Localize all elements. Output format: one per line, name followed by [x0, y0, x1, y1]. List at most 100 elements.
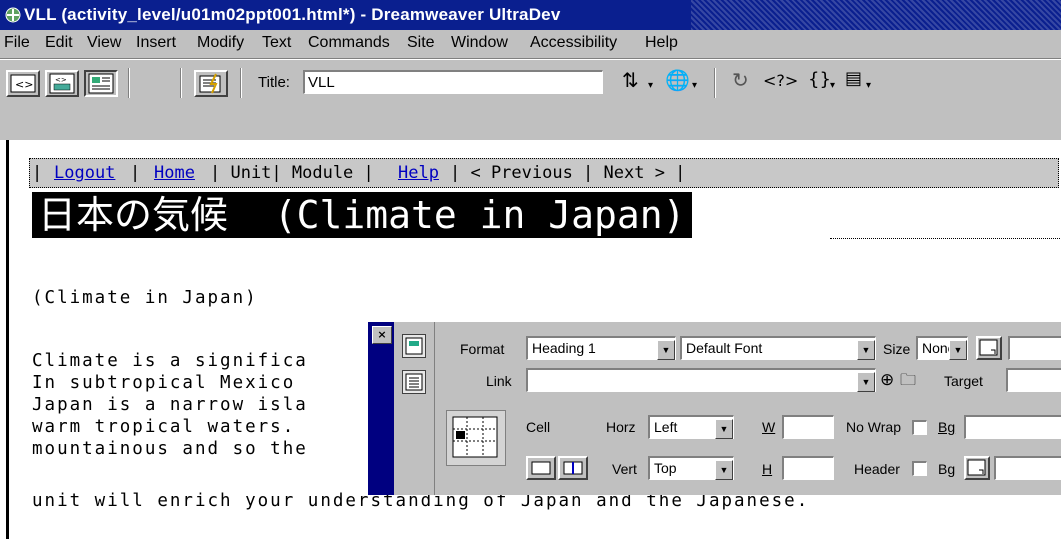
point-to-file-icon[interactable]: ⊕: [880, 370, 894, 390]
horz-select[interactable]: Left ▼: [648, 415, 734, 439]
link-label: Link: [486, 373, 512, 389]
table-cell-icon: [446, 410, 506, 466]
toolbar: <> <> Title: VLL ⇅ ▾ 🌐 ▾ ↻ <?> {} ▾ ▤ ▾: [0, 59, 1061, 141]
font-value: Default Font: [686, 340, 763, 356]
live-data-icon: [199, 73, 221, 94]
menu-insert[interactable]: Insert: [136, 34, 176, 52]
text-color-input[interactable]: [1008, 336, 1061, 360]
size-label: Size: [883, 341, 911, 357]
toolbar-separator: [180, 68, 182, 98]
code-view-button[interactable]: <>: [6, 70, 40, 97]
menu-help[interactable]: Help: [645, 34, 678, 52]
horz-label: Horz: [606, 419, 636, 435]
view-options-icon[interactable]: ▤: [845, 68, 862, 89]
code-navigation-icon[interactable]: {}: [808, 69, 831, 90]
code-view-icon: <>: [10, 74, 36, 93]
inspector-tabs: [394, 322, 435, 495]
font-select[interactable]: Default Font ▼: [680, 336, 876, 360]
bg-image-input[interactable]: [964, 415, 1061, 439]
no-wrap-checkbox[interactable]: [912, 420, 927, 435]
chevron-down-icon[interactable]: ▼: [715, 419, 733, 439]
chevron-down-icon[interactable]: ▼: [715, 460, 733, 480]
refresh-icon[interactable]: ↻: [732, 68, 749, 92]
chevron-down-icon[interactable]: ▼: [949, 340, 967, 360]
paragraph-line[interactable]: In subtropical Mexico: [32, 372, 295, 394]
paragraph-line[interactable]: Japan is a narrow isla: [32, 394, 308, 416]
split-cell-icon: [563, 461, 583, 475]
nav-separator: |: [32, 163, 43, 183]
target-select[interactable]: [1006, 368, 1061, 392]
split-view-button[interactable]: <>: [45, 70, 79, 97]
design-view-icon: [88, 73, 114, 94]
vert-select[interactable]: Top ▼: [648, 456, 734, 480]
dreamweaver-app-icon[interactable]: [4, 6, 22, 24]
property-inspector: × Format Heading 1 ▼ Default Font ▼ Size…: [366, 320, 1061, 495]
width-label: W: [762, 419, 776, 435]
title-label: Title:: [258, 74, 290, 91]
menu-view[interactable]: View: [87, 34, 121, 52]
height-input[interactable]: [782, 456, 834, 480]
subtitle-text[interactable]: (Climate in Japan): [32, 287, 258, 309]
svg-text:<>: <>: [15, 78, 33, 91]
page-title-input[interactable]: VLL: [303, 70, 603, 94]
menu-commands[interactable]: Commands: [308, 34, 390, 52]
chevron-down-icon[interactable]: ▼: [657, 340, 675, 360]
menu-site[interactable]: Site: [407, 34, 435, 52]
menu-bar: File Edit View Insert Modify Text Comman…: [0, 30, 1061, 59]
split-view-icon: <>: [49, 73, 75, 94]
help-link[interactable]: Help: [398, 163, 439, 183]
view-options-dropdown-icon[interactable]: ▾: [866, 80, 871, 91]
format-select[interactable]: Heading 1 ▼: [526, 336, 676, 360]
preview-dropdown-icon[interactable]: ▾: [692, 80, 697, 91]
paragraph-line[interactable]: mountainous and so the: [32, 438, 308, 460]
text-color-button[interactable]: [976, 336, 1002, 360]
reference-icon[interactable]: <?>: [763, 71, 798, 90]
page-heading[interactable]: 日本の気候 (Climate in Japan): [32, 192, 692, 238]
link-input[interactable]: ▼: [526, 368, 876, 392]
size-select[interactable]: None ▼: [916, 336, 968, 360]
header-checkbox[interactable]: [912, 461, 927, 476]
merge-cells-icon: [531, 461, 551, 475]
design-view-button[interactable]: [84, 70, 118, 97]
menu-modify[interactable]: Modify: [197, 34, 244, 52]
menu-edit[interactable]: Edit: [45, 34, 73, 52]
width-input[interactable]: [782, 415, 834, 439]
menu-text[interactable]: Text: [262, 34, 291, 52]
close-icon[interactable]: ×: [372, 326, 392, 344]
title-bar[interactable]: VLL (activity_level/u01m02ppt001.html*) …: [0, 0, 1061, 30]
merge-cells-button[interactable]: [526, 456, 556, 480]
folder-icon[interactable]: 🗀: [900, 369, 916, 396]
document-left-border: [6, 140, 9, 539]
no-wrap-label: No Wrap: [846, 419, 901, 435]
format-label: Format: [460, 341, 505, 357]
home-link[interactable]: Home: [154, 163, 195, 183]
vert-label: Vert: [612, 461, 637, 477]
menu-window[interactable]: Window: [451, 34, 508, 52]
window-title: VLL (activity_level/u01m02ppt001.html*) …: [24, 5, 561, 24]
logout-link[interactable]: Logout: [54, 163, 115, 183]
paragraph-line[interactable]: Climate is a significa: [32, 350, 308, 372]
chevron-down-icon[interactable]: ▼: [857, 372, 875, 392]
unit-module-text: | Unit| Module |: [210, 163, 374, 183]
split-cell-button[interactable]: [558, 456, 588, 480]
paragraph-line[interactable]: warm tropical waters.: [32, 416, 295, 438]
code-navigation-dropdown-icon[interactable]: ▾: [830, 80, 835, 91]
file-management-dropdown-icon[interactable]: ▾: [648, 80, 653, 91]
preview-globe-icon[interactable]: 🌐: [665, 68, 690, 92]
file-management-icon[interactable]: ⇅: [622, 68, 639, 92]
live-data-button[interactable]: [194, 70, 228, 97]
bg-image-label: Bg: [938, 419, 956, 435]
inspector-title-strip[interactable]: ×: [368, 322, 394, 495]
menu-file[interactable]: File: [4, 34, 30, 52]
layout-tab-icon[interactable]: [402, 334, 426, 358]
format-value: Heading 1: [532, 340, 596, 356]
text-tab-icon[interactable]: [402, 370, 426, 394]
title-bar-pattern: [691, 0, 1061, 30]
height-label: H: [762, 461, 773, 477]
bg-color-button[interactable]: [964, 456, 990, 480]
toolbar-separator: [714, 68, 716, 98]
menu-accessibility[interactable]: Accessibility: [530, 34, 617, 52]
heading-dotted-border: [830, 238, 1060, 239]
bg-color-input[interactable]: [994, 456, 1061, 480]
chevron-down-icon[interactable]: ▼: [857, 340, 875, 360]
